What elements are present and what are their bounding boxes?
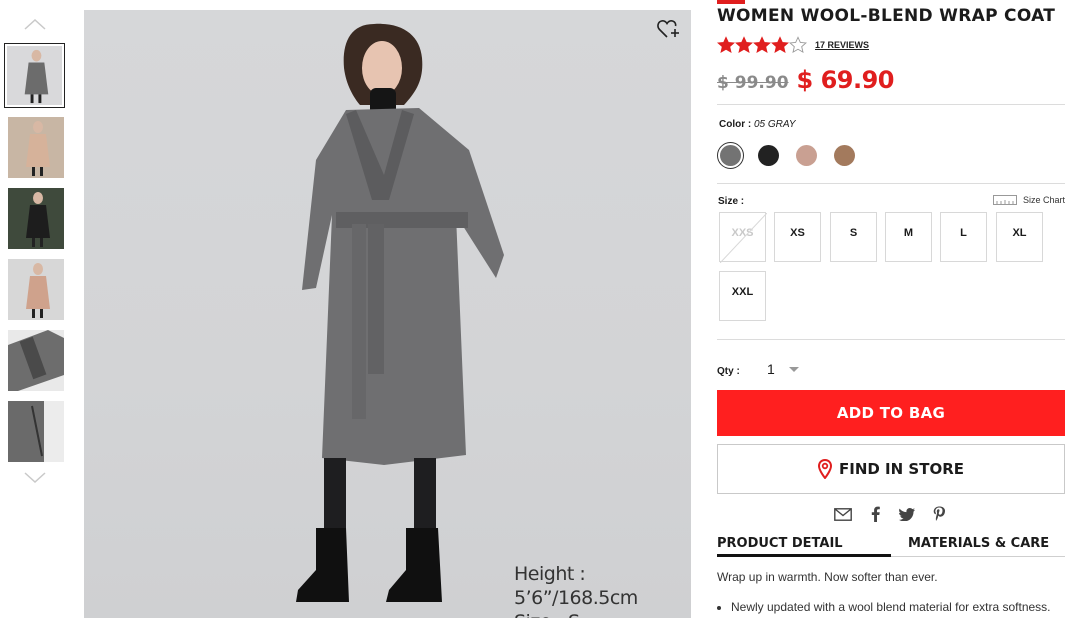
thumbnail-image — [8, 117, 64, 178]
divider — [717, 104, 1065, 105]
feature-list-item: Newly updated with a wool blend material… — [731, 600, 1061, 614]
thumb-black-outdoor[interactable] — [8, 188, 64, 249]
pinterest-icon[interactable] — [929, 505, 949, 523]
size-option-label: L — [960, 227, 967, 239]
size-option-m[interactable]: M — [885, 212, 932, 262]
size-option-s[interactable]: S — [830, 212, 877, 262]
color-label: Color : 05 GRAY — [719, 119, 796, 130]
model-wearing-coat-illustration — [296, 23, 504, 602]
thumbnail-down-arrow-icon[interactable] — [22, 470, 48, 486]
thumbnail-image — [8, 401, 64, 462]
wishlist-heart-icon[interactable] — [657, 18, 681, 40]
thumb-belt-detail[interactable] — [8, 330, 64, 391]
find-in-store-label: FIND IN STORE — [839, 460, 964, 478]
add-to-bag-button[interactable]: ADD TO BAG — [717, 390, 1065, 436]
tab-materials-care[interactable]: MATERIALS & CARE — [908, 536, 1049, 551]
color-label-text: Color : — [719, 119, 754, 130]
find-in-store-button[interactable]: FIND IN STORE — [717, 444, 1065, 494]
main-product-image: Height : 5’6”/168.5cm Size : S — [84, 10, 691, 618]
email-icon[interactable] — [833, 505, 853, 523]
feature-list: Newly updated with a wool blend material… — [717, 600, 1061, 614]
map-pin-icon — [818, 459, 832, 479]
divider — [717, 339, 1065, 340]
thumb-beige-front[interactable] — [8, 259, 64, 320]
selected-color-name: 05 GRAY — [754, 119, 796, 130]
thumb-hem-detail[interactable] — [8, 401, 64, 462]
quantity-select[interactable]: 1 — [767, 360, 807, 378]
color-swatch-fill — [796, 145, 817, 166]
rating-stars — [717, 36, 807, 54]
star-filled-icon — [771, 36, 789, 54]
size-option-label: XS — [790, 227, 805, 239]
product-rating: 17 REVIEWS — [717, 36, 869, 54]
star-filled-icon — [717, 36, 735, 54]
twitter-icon[interactable] — [897, 505, 917, 523]
thumbnail-image — [8, 188, 64, 249]
color-swatches — [717, 142, 869, 169]
size-option-label: XXL — [731, 286, 754, 298]
thumb-beige-indoor[interactable] — [8, 117, 64, 178]
size-option-xxs[interactable]: XXS — [719, 212, 767, 263]
color-swatch-1[interactable] — [717, 142, 744, 169]
quantity-value: 1 — [767, 361, 775, 377]
thumbnail-up-arrow-icon[interactable] — [22, 16, 48, 32]
star-filled-icon — [753, 36, 771, 54]
facebook-icon[interactable] — [865, 505, 885, 523]
tab-product-detail[interactable]: PRODUCT DETAIL — [717, 536, 891, 557]
product-title: WOMEN WOOL-BLEND WRAP COAT — [717, 6, 1056, 26]
sale-price: $ 69.90 — [796, 66, 895, 94]
size-label: Size : — [718, 196, 745, 207]
thumbnail-image — [8, 259, 64, 320]
size-option-label: XL — [1012, 227, 1027, 239]
add-to-bag-label: ADD TO BAG — [836, 404, 946, 422]
price-block: $ 99.90 $ 69.90 — [717, 66, 895, 94]
qty-label: Qty : — [717, 366, 740, 377]
divider — [717, 183, 1065, 184]
reviews-link[interactable]: 17 REVIEWS — [815, 40, 869, 50]
new-badge — [717, 0, 745, 4]
product-tabs: PRODUCT DETAIL MATERIALS & CARE — [717, 536, 1065, 557]
color-swatch-4[interactable] — [831, 142, 858, 169]
star-empty-icon — [789, 36, 807, 54]
thumbnail-image — [7, 46, 62, 105]
star-filled-icon — [735, 36, 753, 54]
thumbnail-column — [0, 0, 72, 629]
chevron-down-icon — [788, 366, 799, 372]
size-chart-link[interactable]: Size Chart — [992, 195, 1065, 205]
size-option-xs[interactable]: XS — [774, 212, 821, 262]
color-swatch-fill — [720, 145, 741, 166]
size-option-xl[interactable]: XL — [996, 212, 1043, 262]
model-info-caption: Height : 5’6”/168.5cm Size : S — [514, 562, 691, 618]
share-icons — [833, 505, 961, 523]
ruler-icon — [992, 195, 1017, 205]
size-chart-label: Size Chart — [1022, 195, 1065, 205]
color-swatch-2[interactable] — [755, 142, 782, 169]
product-description: Wrap up in warmth. Now softer than ever. — [717, 570, 938, 584]
original-price: $ 99.90 — [717, 73, 789, 93]
model-height-text: Height : 5’6”/168.5cm — [514, 563, 638, 609]
color-swatch-fill — [834, 145, 855, 166]
color-swatch-3[interactable] — [793, 142, 820, 169]
thumbnail-image — [8, 330, 64, 391]
thumb-gray-front[interactable] — [4, 43, 65, 108]
size-option-xxl[interactable]: XXL — [719, 271, 766, 321]
size-option-label: M — [903, 227, 914, 239]
size-option-label: S — [849, 227, 858, 239]
model-size-text: Size : S — [514, 610, 691, 618]
color-swatch-fill — [758, 145, 779, 166]
size-option-l[interactable]: L — [940, 212, 987, 262]
